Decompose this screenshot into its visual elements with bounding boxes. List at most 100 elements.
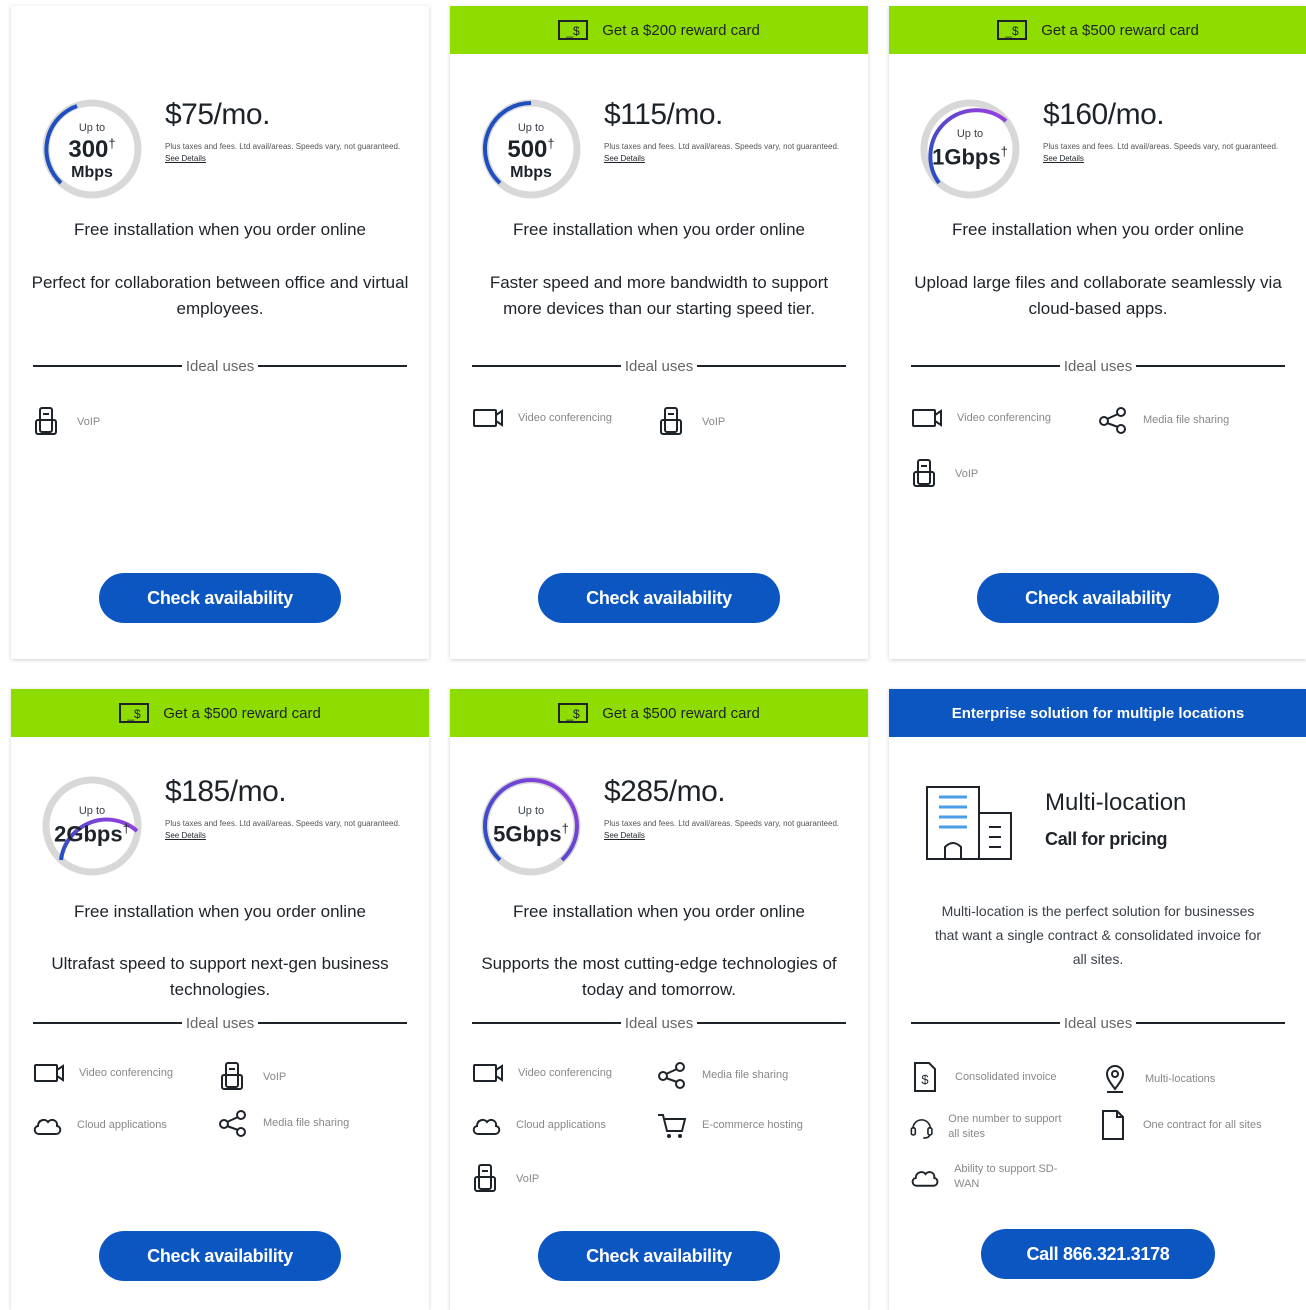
plan-header: Up to 5Gbps† $285/mo. Plus taxes and fee… <box>472 771 852 881</box>
use-item-cloud: Cloud applications <box>470 1109 606 1141</box>
price: $285/mo. <box>604 775 726 808</box>
use-item-one-contract: One contract for all sites <box>1097 1109 1267 1141</box>
free-installation-text: Free installation when you order online <box>73 902 366 921</box>
reward-banner: _$ Get a $500 reward card <box>889 6 1306 54</box>
use-item-video: Video conferencing <box>33 1057 173 1089</box>
check-availability-button[interactable]: Check availability <box>538 573 780 623</box>
use-label: Video conferencing <box>518 411 612 424</box>
price-block: $160/mo. Plus taxes and fees. Ltd avail/… <box>1043 98 1293 165</box>
use-label: Cloud applications <box>77 1118 167 1131</box>
voip-phone-icon <box>35 407 57 435</box>
speed-upto: Up to <box>78 805 106 817</box>
speed-value: 2Gbps† <box>54 821 130 847</box>
free-installation-text: Free installation when you order online <box>73 220 366 239</box>
use-item-invoice: $ Consolidated invoice <box>909 1061 1059 1093</box>
price-block: $285/mo. Plus taxes and fees. Ltd avail/… <box>604 775 854 842</box>
speed-gauge: Up to 5Gbps† <box>472 771 590 881</box>
use-label: VoIP <box>263 1070 287 1083</box>
plan-card-2gbps: _$ Get a $500 reward card Up to 2Gbps† $… <box>11 689 429 1310</box>
reward-banner: _$ Get a $500 reward card <box>11 689 429 737</box>
price: $115/mo. <box>604 98 723 131</box>
use-item-voip: VoIP <box>31 406 100 438</box>
use-label: Video conferencing <box>957 411 1051 424</box>
ideal-uses-divider: Ideal uses <box>472 358 847 375</box>
see-details-link[interactable]: See Details <box>604 153 854 165</box>
check-availability-button[interactable]: Check availability <box>99 1231 341 1281</box>
plan-card-1gbps: _$ Get a $500 reward card Up to 1Gbps† $… <box>889 6 1306 659</box>
cash-icon: _$ <box>997 20 1028 40</box>
voip-phone-icon <box>660 407 682 435</box>
fine-print: Plus taxes and fees. Ltd avail/areas. Sp… <box>1043 142 1279 151</box>
video-camera-icon <box>912 409 942 427</box>
speed-gauge: Up to 300† Mbps <box>33 94 151 204</box>
ideal-uses-label: Ideal uses <box>624 1014 694 1032</box>
use-label: Consolidated invoice <box>955 1070 1057 1083</box>
see-details-link[interactable]: See Details <box>604 830 854 842</box>
reward-banner-text: Get a $500 reward card <box>163 704 321 722</box>
video-camera-icon <box>34 1064 64 1082</box>
speed-upto: Up to <box>517 805 545 817</box>
ideal-uses-divider: Ideal uses <box>911 358 1286 375</box>
check-availability-button[interactable]: Check availability <box>99 573 341 623</box>
price: $160/mo. <box>1043 98 1165 131</box>
speed-upto: Up to <box>517 122 545 134</box>
use-label: VoIP <box>77 415 101 428</box>
location-pin-icon <box>1105 1065 1125 1093</box>
use-label: Cloud applications <box>516 1118 606 1131</box>
fine-print: Plus taxes and fees. Ltd avail/areas. Sp… <box>604 142 840 151</box>
plan-pricing-note: Call for pricing <box>1045 829 1168 849</box>
see-details-link[interactable]: See Details <box>165 830 415 842</box>
speed-value: 5Gbps† <box>493 821 569 847</box>
speed-upto: Up to <box>956 128 984 140</box>
document-icon <box>1102 1110 1124 1140</box>
check-availability-button[interactable]: Check availability <box>538 1231 780 1281</box>
ideal-uses-divider: Ideal uses <box>33 357 408 375</box>
voip-phone-icon <box>474 1164 496 1192</box>
building-icon <box>926 786 1012 860</box>
use-label: Media file sharing <box>702 1068 789 1081</box>
use-item-media-sharing: Media file sharing <box>656 1059 788 1091</box>
ideal-uses-divider: Ideal uses <box>33 1015 408 1032</box>
video-camera-icon <box>473 409 503 427</box>
enterprise-banner: Enterprise solution for multiple locatio… <box>889 689 1306 737</box>
call-phone-button[interactable]: Call 866.321.3178 <box>981 1229 1215 1279</box>
speed-unit: Mbps <box>71 164 113 181</box>
use-item-sdwan: Ability to support SD-WAN <box>909 1161 1079 1193</box>
use-item-cloud: Cloud applications <box>31 1109 167 1141</box>
use-label: VoIP <box>516 1172 540 1185</box>
enterprise-banner-text: Enterprise solution for multiple locatio… <box>951 704 1245 722</box>
use-item-video: Video conferencing <box>472 1057 612 1089</box>
cloud-icon <box>911 1171 939 1187</box>
use-label: Media file sharing <box>263 1116 350 1129</box>
plan-card-500mbps: _$ Get a $200 reward card Up to 500† Mbp… <box>450 6 868 659</box>
plan-description: Faster speed and more bandwidth to suppo… <box>489 273 829 318</box>
price-block: $185/mo. Plus taxes and fees. Ltd avail/… <box>165 775 415 842</box>
price: $185/mo. <box>165 775 287 808</box>
speed-gauge: Up to 1Gbps† <box>911 94 1029 204</box>
free-installation-text: Free installation when you order online <box>512 902 805 921</box>
use-label: Video conferencing <box>79 1066 173 1079</box>
use-label: VoIP <box>955 467 979 480</box>
cash-icon: _$ <box>119 703 150 723</box>
see-details-link[interactable]: See Details <box>1043 153 1293 165</box>
plan-description: Multi-location is the perfect solution f… <box>934 903 1262 967</box>
headset-icon <box>910 1119 933 1139</box>
price: $75/mo. <box>165 98 270 131</box>
use-item-voip: VoIP <box>470 1163 539 1195</box>
plan-header: Up to 1Gbps† $160/mo. Plus taxes and fee… <box>911 94 1291 204</box>
cash-icon: _$ <box>558 703 589 723</box>
cash-icon: _$ <box>558 20 589 40</box>
ideal-uses-label: Ideal uses <box>185 357 255 375</box>
speed-value: 1Gbps† <box>932 144 1008 170</box>
svg-text:_$: _$ <box>1005 24 1020 38</box>
video-camera-icon <box>473 1064 503 1082</box>
see-details-link[interactable]: See Details <box>165 153 415 165</box>
speed-gauge: Up to 2Gbps† <box>33 771 151 881</box>
check-availability-button[interactable]: Check availability <box>977 573 1219 623</box>
use-item-media-sharing: Media file sharing <box>1097 404 1229 436</box>
fine-print: Plus taxes and fees. Ltd avail/areas. Sp… <box>604 819 840 828</box>
plan-title: Multi-location <box>1045 789 1187 816</box>
price-block: $115/mo. Plus taxes and fees. Ltd avail/… <box>604 98 854 165</box>
use-item-voip: VoIP <box>909 458 978 490</box>
share-icon <box>1099 407 1126 434</box>
